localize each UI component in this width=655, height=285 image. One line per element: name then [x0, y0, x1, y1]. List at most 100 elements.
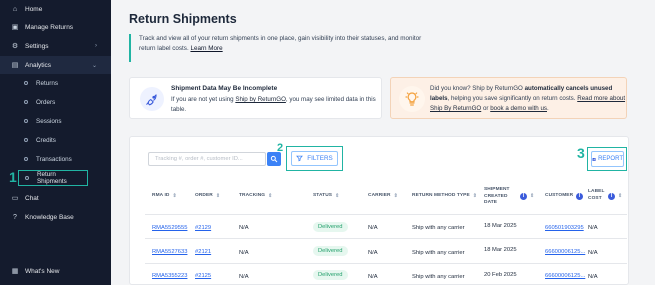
search-button[interactable] [267, 152, 281, 166]
sidebar-item-knowledge-base[interactable]: ? Knowledge Base [0, 208, 111, 226]
sidebar-item-label: Manage Returns [25, 23, 74, 31]
sidebar-subitem-return-shipments[interactable]: Return Shipments [18, 170, 88, 186]
report-icon [592, 157, 596, 161]
sort-icon: ⇕ [172, 193, 177, 199]
report-label: REPORT [598, 156, 623, 162]
promo-card-body: Did you know? Ship by ReturnGO automatic… [430, 84, 626, 114]
sort-icon: ⇕ [618, 193, 623, 200]
column-header-label-cost[interactable]: LABEL COST [588, 189, 606, 202]
ship-by-returngo-link[interactable]: Ship by ReturnGO [235, 96, 286, 103]
incomplete-data-card: Shipment Data May Be Incomplete If you a… [129, 77, 382, 119]
sidebar-subitem-sessions[interactable]: Sessions [0, 113, 111, 129]
sort-icon: ⇕ [268, 193, 273, 199]
header-label: TRACKING [239, 193, 266, 198]
column-header-customer[interactable]: CUSTOMER i [545, 193, 584, 200]
incomplete-body-pre: If you are not yet using [171, 96, 234, 103]
status-badge: Delivered [313, 246, 348, 256]
filter-icon [296, 155, 304, 162]
column-header-order[interactable]: ORDER ⇕ [195, 193, 220, 200]
created-date-cell: 18 Mar 2025 [484, 223, 517, 229]
rma-id-link[interactable]: RMA5529555 [152, 225, 187, 231]
sidebar-item-label: Knowledge Base [25, 213, 74, 221]
search-input[interactable]: Tracking #, order #, customer ID... [148, 152, 266, 166]
sidebar-subitem-label: Returns [36, 79, 59, 87]
info-icon: i [608, 193, 615, 200]
sidebar-item-settings[interactable]: ⚙ Settings › [0, 37, 111, 55]
sidebar-item-analytics[interactable]: ▤ Analytics ⌄ [0, 56, 111, 74]
promo-card: Did you know? Ship by ReturnGO automatic… [390, 77, 627, 119]
sidebar-subitem-credits[interactable]: Credits [0, 132, 111, 148]
rma-id-link[interactable]: RMA5355223 [152, 273, 187, 279]
header-label: STATUS [313, 193, 333, 198]
annotation-number-2: 2 [277, 142, 284, 154]
home-icon: ⌂ [12, 5, 18, 13]
tracking-cell: N/A [239, 250, 249, 256]
order-link[interactable]: #2121 [195, 249, 211, 255]
rma-id-link[interactable]: RMA5527633 [152, 249, 187, 255]
label-cost-cell: N/A [588, 225, 598, 231]
label-cost-controls[interactable]: i ⇕ [608, 193, 622, 200]
column-header-rma-id[interactable]: RMA ID ⇕ [152, 193, 177, 200]
created-date-cell: 20 Feb 2025 [484, 272, 517, 278]
incomplete-card-title: Shipment Data May Be Incomplete [171, 85, 278, 92]
gear-icon: ⚙ [11, 43, 19, 50]
sidebar-item-whats-new[interactable]: ▦ What's New [0, 262, 111, 280]
bullet-icon [24, 100, 28, 104]
sidebar-item-home[interactable]: ⌂ Home [0, 0, 111, 18]
returns-box-icon: ▣ [11, 24, 19, 31]
sidebar-subitem-orders[interactable]: Orders [0, 94, 111, 110]
header-label: ORDER [195, 193, 213, 198]
sidebar-item-label: Home [25, 5, 43, 13]
row-divider [145, 238, 627, 239]
order-link[interactable]: #2129 [195, 225, 211, 231]
column-header-status[interactable]: STATUS ⇕ [313, 193, 339, 200]
method-cell: Ship with any carrier [412, 250, 465, 256]
filters-label: FILTERS [307, 155, 333, 162]
filters-button[interactable]: FILTERS [291, 151, 338, 166]
sidebar-subitem-label: Transactions [36, 155, 72, 163]
header-label: CUSTOMER [545, 193, 574, 199]
column-header-tracking[interactable]: TRACKING ⇕ [239, 193, 272, 200]
header-label: RETURN METHOD TYPE [412, 193, 470, 198]
sort-icon: ⇕ [530, 193, 535, 200]
header-label: LABEL COST [588, 189, 605, 201]
chart-icon: ▤ [11, 62, 19, 69]
order-link[interactable]: #2125 [195, 273, 211, 279]
promo-or: or [482, 105, 489, 112]
sort-icon: ⇕ [472, 193, 478, 199]
sidebar-subitem-label: Sessions [36, 117, 62, 125]
column-header-created-date[interactable]: SHIPMENT CREATED DATE [484, 187, 520, 207]
description-text: Track and view all of your return shipme… [139, 35, 422, 52]
method-cell: Ship with any carrier [412, 274, 465, 280]
sidebar-item-manage-returns[interactable]: ▣ Manage Returns [0, 18, 111, 36]
annotation-number-1: 1 [9, 169, 17, 185]
sidebar-subitem-returns[interactable]: Returns [0, 75, 111, 91]
search-icon [270, 155, 278, 163]
promo-pre: Did you know? Ship by ReturnGO [430, 85, 523, 92]
customer-link[interactable]: 66600006125... [545, 249, 585, 255]
sidebar-item-chat[interactable]: ▭ Chat [0, 189, 111, 207]
customer-link[interactable]: 66600006125... [545, 273, 585, 279]
chat-icon: ▭ [11, 195, 19, 202]
tracking-cell: N/A [239, 274, 249, 280]
report-button[interactable]: REPORT [591, 151, 624, 167]
status-badge: Delivered [313, 270, 348, 280]
page-description: Track and view all of your return shipme… [129, 34, 439, 62]
carrier-cell: N/A [368, 225, 378, 231]
main-content: Return Shipments Track and view all of y… [111, 0, 655, 285]
sidebar-item-label: Chat [25, 194, 39, 202]
sort-icon: ⇕ [215, 193, 221, 199]
status-badge: Delivered [313, 222, 348, 232]
column-header-carrier[interactable]: CARRIER ⇕ [368, 193, 398, 200]
created-date-controls[interactable]: i ⇕ [520, 193, 534, 200]
chevron-right-icon: › [95, 43, 97, 49]
book-demo-link[interactable]: book a demo with us [490, 105, 547, 112]
tracking-cell: N/A [239, 225, 249, 231]
lightbulb-icon [399, 86, 425, 112]
header-label: CARRIER [368, 193, 391, 198]
sidebar-subitem-transactions[interactable]: Transactions [0, 151, 111, 167]
sidebar-subitem-label: Orders [36, 98, 56, 106]
learn-more-link[interactable]: Learn More [190, 45, 222, 52]
customer-link[interactable]: 660501903295 [545, 225, 584, 231]
column-header-return-method[interactable]: RETURN METHOD TYPE ⇕ [412, 193, 477, 200]
